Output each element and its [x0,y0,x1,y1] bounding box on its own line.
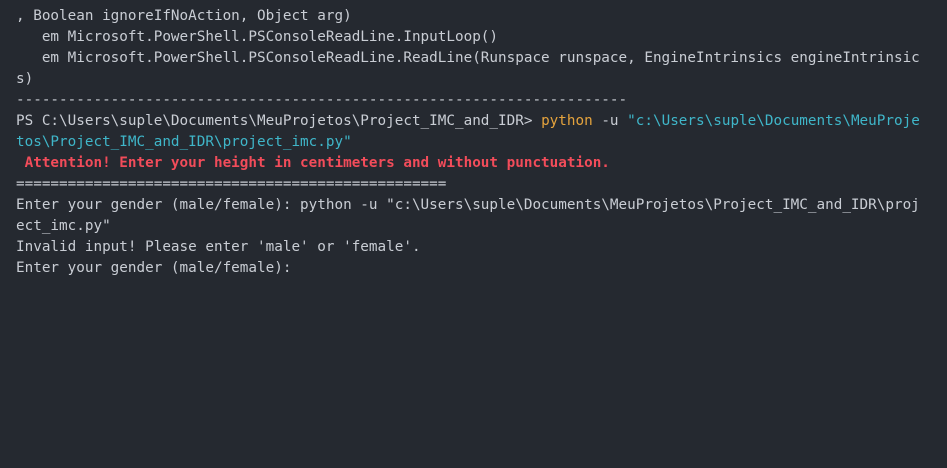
attention-message: Attention! Enter your height in centimet… [16,155,610,171]
stacktrace-line-3: em Microsoft.PowerShell.PSConsoleReadLin… [16,50,920,66]
prompt-path: PS C:\Users\suple\Documents\MeuProjetos\… [16,113,542,129]
command-flag: -u [592,113,628,129]
script-path-part1: "c:\Users\suple\Documents\MeuProje [627,113,920,129]
prompt-line: PS C:\Users\suple\Documents\MeuProjetos\… [16,111,920,132]
equals-separator: ========================================… [16,176,447,192]
stacktrace-line-2: em Microsoft.PowerShell.PSConsoleReadLin… [16,29,499,45]
stacktrace-line-4: s) [16,71,34,87]
invalid-input-message: Invalid input! Please enter 'male' or 'f… [16,239,421,255]
gender-input-line-2: ect_imc.py" [16,218,111,234]
stacktrace-line-1: , Boolean ignoreIfNoAction, Object arg) [16,8,352,24]
gender-prompt[interactable]: Enter your gender (male/female): [16,258,300,279]
terminal-window[interactable]: , Boolean ignoreIfNoAction, Object arg) … [0,0,947,468]
dash-separator: ----------------------------------------… [16,92,628,108]
python-command: python [541,113,593,129]
gender-input-line-1: Enter your gender (male/female): python … [16,197,920,213]
script-path-part2: tos\Project_IMC_and_IDR\project_imc.py" [16,134,352,150]
